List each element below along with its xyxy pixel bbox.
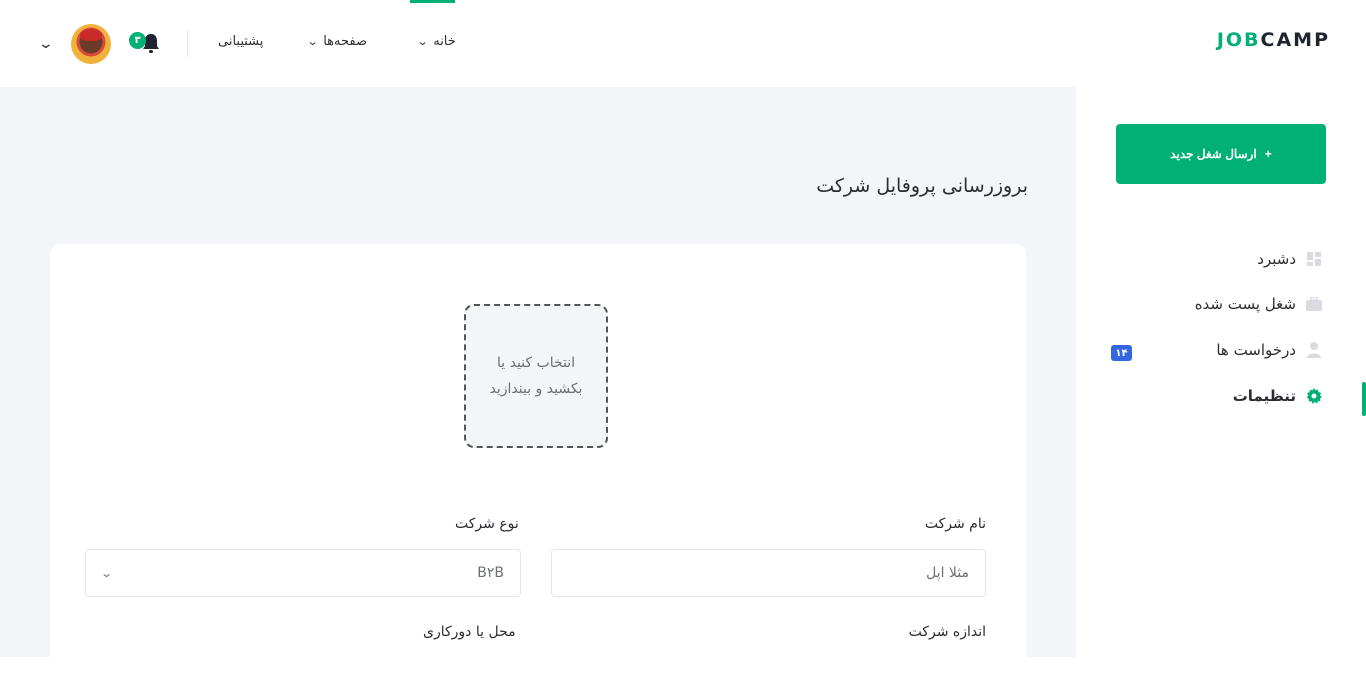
sidebar-item-dashboard[interactable]: دشبرد — [1257, 250, 1322, 268]
profile-form-card: انتخاب کنید یا بکشید و بیندازید نام شرکت… — [50, 244, 1026, 674]
nav-support[interactable]: پشتیبانی — [218, 34, 263, 49]
nav-pages[interactable]: ⌄ صفحه‌ها — [306, 34, 368, 49]
nav-home-label: خانه — [433, 34, 456, 49]
chevron-down-icon: ⌄ — [100, 566, 114, 580]
page-title: بروزرسانی پروفایل شرکت — [816, 175, 1028, 197]
post-new-job-button[interactable]: ارسال شغل جدید + — [1116, 124, 1326, 184]
active-nav-indicator — [410, 0, 455, 3]
nav-pages-label: صفحه‌ها — [323, 34, 368, 49]
sidebar-item-settings[interactable]: تنظیمات — [1233, 387, 1322, 405]
sidebar-item-posted-jobs[interactable]: شغل پست شده — [1195, 295, 1322, 313]
sidebar: ارسال شغل جدید + دشبرد شغل پست شده درخوا… — [1076, 87, 1366, 657]
logo-upload-dropzone[interactable]: انتخاب کنید یا بکشید و بیندازید — [464, 304, 608, 448]
notification-badge: ۳ — [129, 32, 146, 49]
briefcase-icon — [1306, 296, 1322, 312]
logo[interactable]: JOBCAMP — [1217, 29, 1330, 51]
company-name-input[interactable]: مثلا اپل — [551, 549, 986, 597]
applications-count-badge: ۱۴ — [1111, 345, 1132, 361]
chevron-down-icon: ⌄ — [306, 35, 319, 48]
location-label: محل یا دورکاری — [423, 624, 516, 640]
main-content: بروزرسانی پروفایل شرکت انتخاب کنید یا بک… — [0, 87, 1076, 674]
company-type-select[interactable]: ⌄ B۲B — [85, 549, 521, 597]
top-header: JOBCAMP ⌄ خانه ⌄ صفحه‌ها پشتیبانی ۳ ⌄ — [0, 0, 1366, 87]
company-size-label: اندازه شرکت — [908, 624, 986, 640]
plus-icon: + — [1264, 147, 1272, 161]
user-icon — [1306, 342, 1322, 358]
avatar[interactable] — [71, 24, 111, 64]
header-divider — [187, 30, 188, 57]
active-item-indicator — [1362, 382, 1366, 416]
nav-home[interactable]: ⌄ خانه — [416, 34, 456, 49]
company-name-label: نام شرکت — [924, 516, 986, 532]
gear-icon — [1306, 388, 1322, 404]
chevron-down-icon: ⌄ — [416, 35, 429, 48]
nav-support-label: پشتیبانی — [218, 34, 264, 49]
user-menu-chevron-icon[interactable]: ⌄ — [38, 36, 54, 52]
sidebar-item-applications[interactable]: درخواست ها — [1216, 341, 1322, 359]
dashboard-icon — [1306, 251, 1322, 267]
company-type-label: نوع شرکت — [455, 516, 519, 532]
